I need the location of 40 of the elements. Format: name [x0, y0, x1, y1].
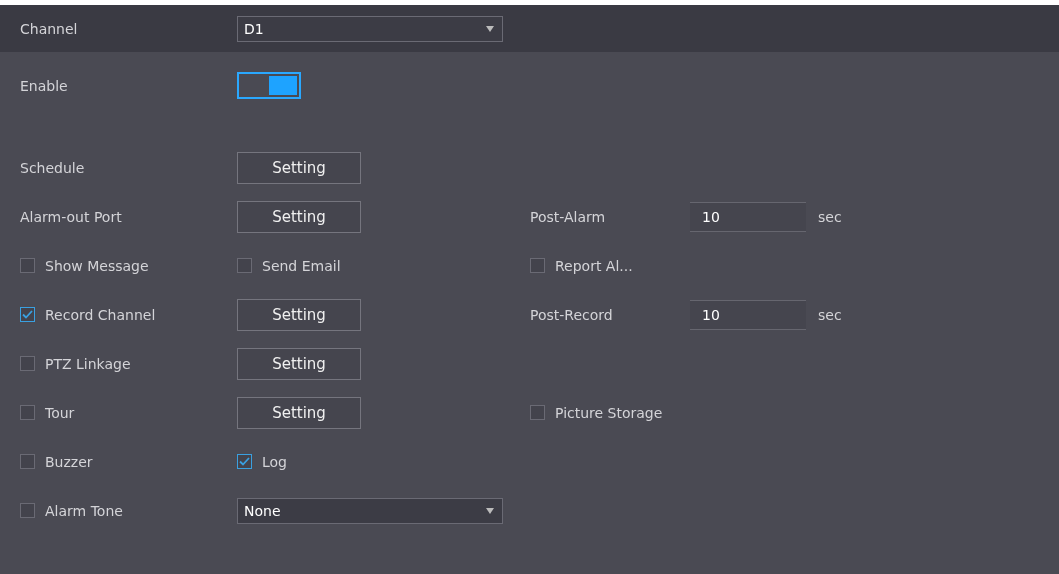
- checkbox[interactable]: [20, 356, 35, 371]
- checkbox[interactable]: [20, 405, 35, 420]
- field-label: Post-Record: [530, 306, 613, 323]
- setting-button[interactable]: Setting: [237, 396, 361, 429]
- checkbox-label[interactable]: Report Al...: [530, 257, 690, 274]
- field-label: Channel: [20, 20, 79, 37]
- unit-label: sec: [818, 306, 842, 323]
- checkbox[interactable]: [20, 503, 35, 518]
- dropdown[interactable]: None: [237, 497, 503, 524]
- checkbox-label[interactable]: Log: [237, 453, 530, 470]
- checkbox-label[interactable]: Send Email: [237, 257, 530, 274]
- checkbox[interactable]: [530, 258, 545, 273]
- input-field[interactable]: 10: [690, 201, 806, 232]
- checkbox[interactable]: [237, 454, 252, 469]
- checkbox-label[interactable]: Alarm Tone: [20, 502, 237, 519]
- field-label: Post-Alarm: [530, 208, 606, 225]
- checkbox-label[interactable]: Show Message: [20, 257, 237, 274]
- setting-button[interactable]: Setting: [237, 347, 361, 380]
- setting-button[interactable]: Setting: [237, 200, 361, 233]
- field-label: Schedule: [20, 159, 85, 176]
- field-label: Enable: [20, 77, 69, 94]
- field-label: Alarm-out Port: [20, 208, 122, 225]
- checkbox-label[interactable]: Record Channel: [20, 306, 237, 323]
- checkbox-label[interactable]: PTZ Linkage: [20, 355, 237, 372]
- checkbox[interactable]: [530, 405, 545, 420]
- checkbox-label[interactable]: Picture Storage: [530, 404, 690, 421]
- toggle-switch[interactable]: [237, 72, 301, 99]
- checkbox[interactable]: [20, 307, 35, 322]
- dropdown[interactable]: D1: [237, 15, 503, 42]
- checkbox-label[interactable]: Tour: [20, 404, 237, 421]
- unit-label: sec: [818, 208, 842, 225]
- input-field[interactable]: 10: [690, 299, 806, 330]
- checkbox[interactable]: [20, 454, 35, 469]
- checkbox[interactable]: [20, 258, 35, 273]
- checkbox[interactable]: [237, 258, 252, 273]
- caret-icon: [486, 507, 494, 514]
- setting-button[interactable]: Setting: [237, 298, 361, 331]
- checkbox-label[interactable]: Buzzer: [20, 453, 237, 470]
- caret-icon: [486, 25, 494, 32]
- setting-button[interactable]: Setting: [237, 151, 361, 184]
